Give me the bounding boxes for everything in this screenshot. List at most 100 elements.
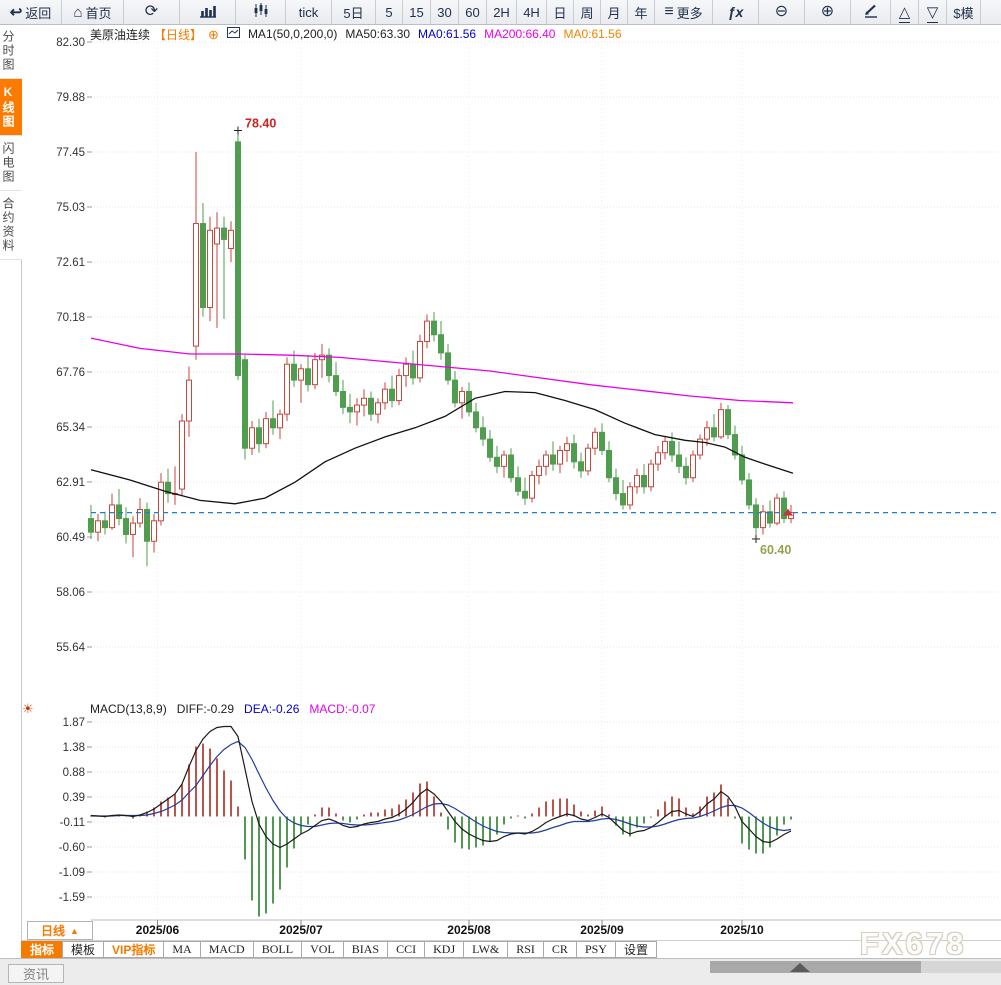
sidebar-item-contract-info[interactable]: 合约资料 (0, 191, 22, 260)
svg-text:62.91: 62.91 (56, 477, 85, 489)
add-compare-icon[interactable]: ⊕ (208, 28, 219, 41)
toolbar-zoom-in-button[interactable]: ⊕ (805, 0, 851, 24)
toolbar-candle-mode-button[interactable] (236, 0, 286, 24)
home-icon: ⌂ (73, 3, 83, 21)
candle-mode-icon (253, 3, 269, 21)
toolbar-label: 2H (493, 4, 510, 20)
toolbar-period-15-button[interactable]: 15 (403, 0, 431, 24)
macd-legend: MACD(13,8,9) DIFF:-0.29 DEA:-0.26 MACD:-… (90, 702, 375, 716)
back-icon: ↩ (9, 3, 23, 21)
toolbar-label: 返回 (25, 5, 52, 21)
svg-text:-0.11: -0.11 (60, 817, 85, 829)
price-grid: 82.30 79.88 77.45 75.03 72.61 70.18 67.76 65.34… (56, 37, 998, 917)
svg-text:67.76: 67.76 (56, 367, 85, 379)
tab-bias[interactable]: BIAS (342, 941, 389, 958)
svg-text:-1.09: -1.09 (59, 867, 85, 879)
scrollbar-thumb[interactable] (710, 961, 921, 973)
period-selector[interactable]: 日线 ▲ (27, 921, 93, 940)
sidebar-item-lightning-chart[interactable]: 闪电图 (0, 136, 22, 191)
chart-canvas[interactable]: 82.30 79.88 77.45 75.03 72.61 70.18 67.76 65.34… (0, 0, 1001, 985)
horizontal-scrollbar[interactable] (710, 961, 1001, 973)
toolbar-marker-up-button[interactable]: △ (891, 0, 919, 24)
symbol-name: 美原油连续 (90, 27, 151, 42)
svg-text:55.64: 55.64 (56, 642, 85, 654)
toolbar-formula-button[interactable]: ƒx (713, 0, 759, 24)
svg-text:2025/09: 2025/09 (580, 923, 624, 937)
chart-legend: 美原油连续 【日线】 ⊕ MA1(50,0,200,0) MA50:63.30 MA… (90, 27, 622, 42)
macd-macd-value: MACD:-0.07 (309, 702, 376, 716)
tab-rsi[interactable]: RSI (507, 941, 544, 958)
svg-text:2025/08: 2025/08 (447, 923, 491, 937)
svg-text:2025/06: 2025/06 (136, 923, 180, 937)
toolbar-label: 4H (523, 4, 540, 20)
macd-pane-icon[interactable]: ☀ (22, 701, 34, 717)
sidebar-item-kline-chart[interactable]: K线图 (0, 79, 22, 136)
tab-boll[interactable]: BOLL (252, 941, 303, 958)
toolbar-label: 更多 (676, 5, 703, 21)
toolbar-marker-down-button[interactable]: ▽ (919, 0, 947, 24)
tab-cci[interactable]: CCI (387, 941, 426, 958)
ma0-blue-value: MA0:61.56 (418, 27, 477, 41)
toolbar-more-button[interactable]: ≡ 更多 (655, 0, 713, 24)
toolbar-period-4h-button[interactable]: 4H (517, 0, 547, 24)
zoom-out-icon: ⊖ (774, 3, 789, 20)
toolbar-period-2h-button[interactable]: 2H (487, 0, 517, 24)
news-tab[interactable]: 资讯 (8, 964, 64, 983)
tab-ma[interactable]: MA (163, 941, 201, 958)
svg-text:60.49: 60.49 (56, 532, 85, 544)
toolbar-draw-button[interactable] (851, 0, 891, 24)
toolbar-period-5-button[interactable]: 5 (376, 0, 403, 24)
sidebar-item-time-chart[interactable]: 分时图 (0, 24, 22, 79)
toolbar-label: 年 (634, 5, 648, 21)
refresh-icon: ⟳ (144, 3, 159, 20)
toolbar-bar-chart-mode-button[interactable] (180, 0, 236, 24)
toolbar-period-5d-button[interactable]: 5日 (332, 0, 376, 24)
toolbar-period-day-button[interactable]: 日 (547, 0, 574, 24)
svg-text:65.34: 65.34 (56, 422, 85, 434)
toolbar-back-button[interactable]: ↩ 返回 (0, 0, 62, 24)
tab-template[interactable]: 模板 (62, 941, 105, 958)
toolbar-template-money-button[interactable]: $模 (947, 0, 981, 24)
tab-vip-indicator[interactable]: VIP指标 (103, 941, 165, 958)
macd-histogram (90, 743, 792, 917)
more-icon: ≡ (664, 3, 674, 20)
marker-up-icon: △ (898, 3, 911, 23)
toolbar-period-week-button[interactable]: 周 (574, 0, 601, 24)
scrollbar-up-arrow-icon[interactable] (790, 963, 810, 972)
toolbar-label: 周 (580, 5, 594, 21)
tab-macd[interactable]: MACD (199, 941, 254, 958)
indicator-tabbar: 指标 模板 VIP指标 MA MACD BOLL VOL BIAS CCI KDJ LW& RSI CR… (21, 941, 1001, 958)
tab-lw[interactable]: LW& (463, 941, 509, 958)
svg-text:1.87: 1.87 (63, 717, 85, 729)
tab-vol[interactable]: VOL (301, 941, 344, 958)
toolbar-period-year-button[interactable]: 年 (628, 0, 655, 24)
zoom-in-icon: ⊕ (820, 3, 835, 20)
date-axis: 2025/06 2025/07 2025/08 2025/09 2025/10 (22, 919, 1001, 941)
toolbar-period-60-button[interactable]: 60 (459, 0, 487, 24)
low-annotation: 60.40 (760, 543, 791, 557)
toolbar-period-30-button[interactable]: 30 (431, 0, 459, 24)
toolbar-period-tick-button[interactable]: tick (286, 0, 332, 24)
svg-text:0.39: 0.39 (63, 792, 85, 804)
period-tag: 【日线】 (154, 27, 203, 42)
ma-settings: MA1(50,0,200,0) (247, 27, 338, 41)
toolbar-label: 月 (607, 5, 621, 21)
macd-diff-value: DIFF:-0.29 (176, 702, 235, 716)
tab-kdj[interactable]: KDJ (424, 941, 465, 958)
svg-text:75.03: 75.03 (56, 202, 85, 214)
ma0-orange-value: MA0:61.56 (563, 27, 622, 41)
tab-settings[interactable]: 设置 (614, 941, 657, 958)
high-annotation: 78.40 (245, 117, 276, 131)
toolbar-label: $模 (953, 5, 974, 21)
svg-text:2025/10: 2025/10 (720, 923, 764, 937)
toolbar-refresh-button[interactable]: ⟳ (124, 0, 180, 24)
tab-cr[interactable]: CR (542, 941, 577, 958)
mini-chart-icon (226, 27, 240, 41)
macd-title: MACD(13,8,9) (90, 702, 167, 716)
toolbar-zoom-out-button[interactable]: ⊖ (759, 0, 805, 24)
toolbar-label: 首页 (85, 5, 112, 21)
tab-psy[interactable]: PSY (575, 941, 616, 958)
toolbar-period-month-button[interactable]: 月 (601, 0, 628, 24)
tab-indicator[interactable]: 指标 (21, 941, 64, 958)
toolbar-home-button[interactable]: ⌂ 首页 (62, 0, 124, 24)
